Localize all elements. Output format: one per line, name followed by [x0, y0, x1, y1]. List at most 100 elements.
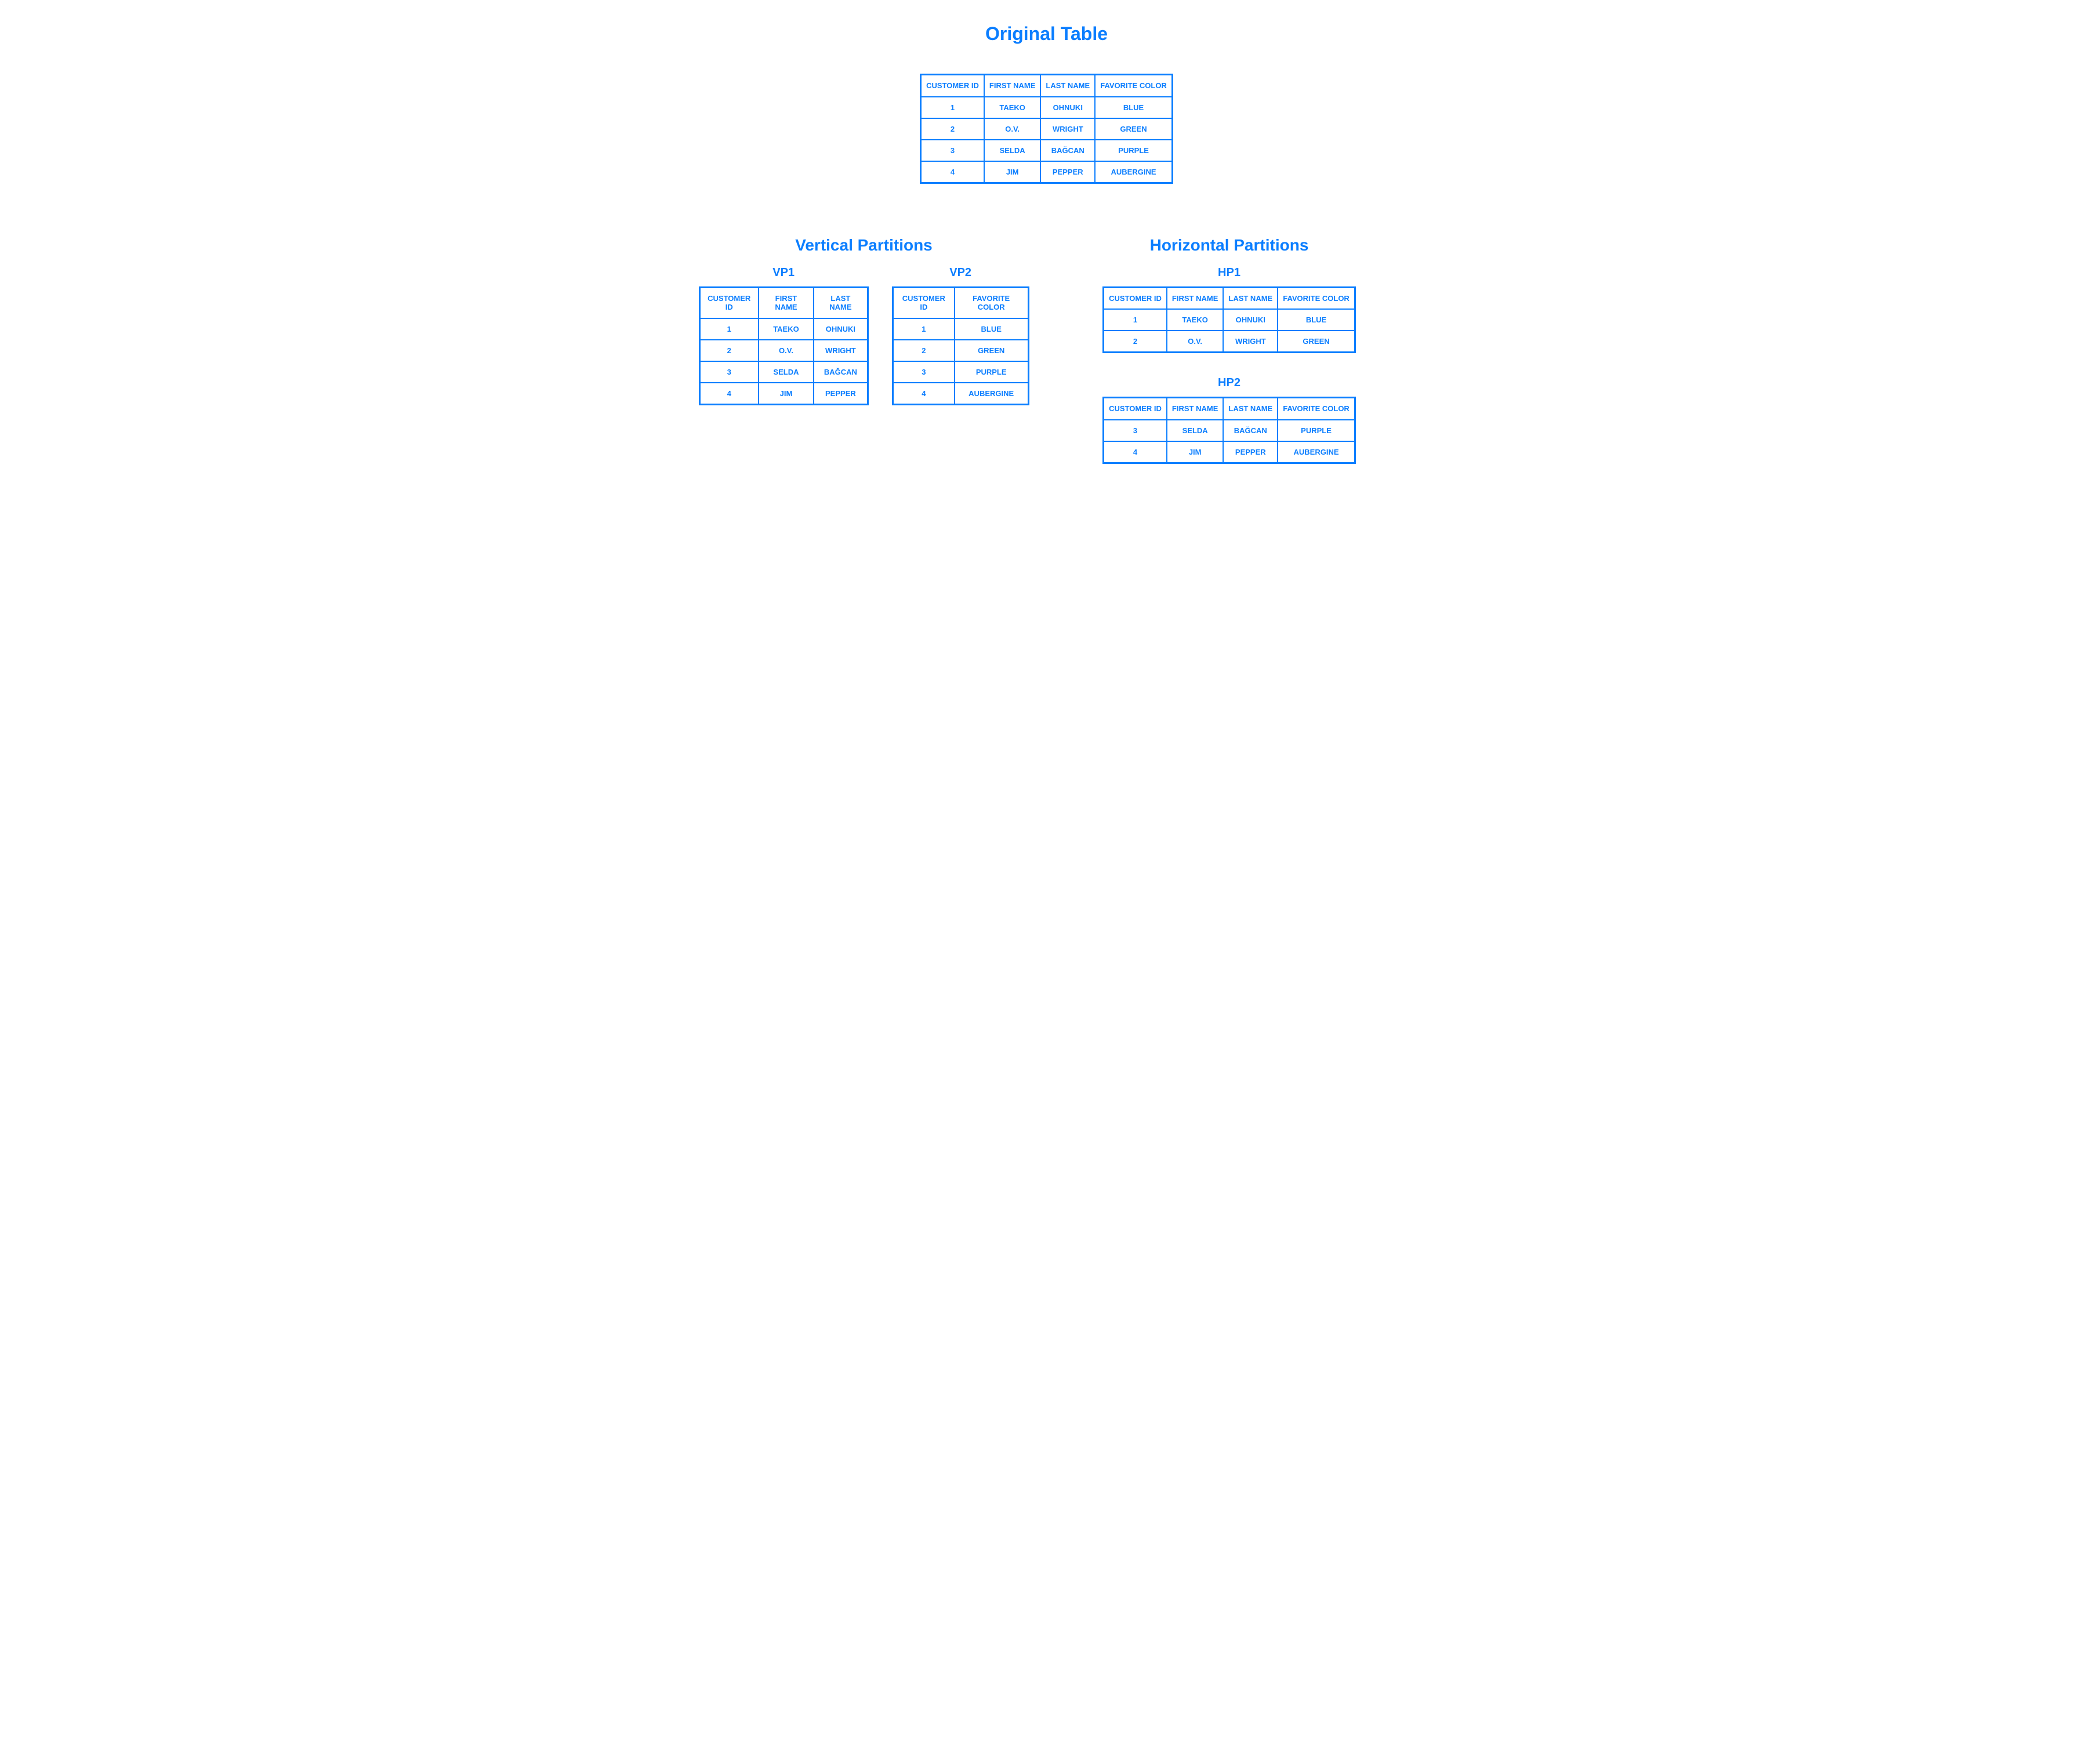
table-row: 1BLUE	[893, 318, 1028, 340]
cell-first: O.V.	[759, 340, 814, 361]
cell-first: SELDA	[759, 361, 814, 383]
table-row: 4JIMPEPPERAUBERGINE	[1104, 441, 1355, 463]
col-favorite-color: FAVORITE COLOR	[1278, 287, 1355, 309]
col-last-name: LAST NAME	[1223, 398, 1278, 420]
table-header-row: CUSTOMER ID FIRST NAME LAST NAME FAVORIT…	[921, 75, 1173, 97]
cell-last: WRIGHT	[814, 340, 868, 361]
hp1-table: CUSTOMER ID FIRST NAME LAST NAME FAVORIT…	[1102, 286, 1356, 354]
col-favorite-color: FAVORITE COLOR	[1278, 398, 1355, 420]
table-header-row: CUSTOMER ID FIRST NAME LAST NAME FAVORIT…	[1104, 287, 1355, 309]
cell-id: 1	[1104, 309, 1167, 331]
cell-id: 3	[921, 140, 984, 161]
cell-id: 2	[893, 340, 955, 361]
horizontal-partitions-col: Horizontal Partitions HP1 CUSTOMER ID FI…	[1064, 236, 1395, 464]
cell-color: AUBERGINE	[1278, 441, 1355, 463]
table-row: 3SELDABAĞCANPURPLE	[1104, 420, 1355, 441]
cell-id: 4	[1104, 441, 1167, 463]
vp2-table-body: 1BLUE2GREEN3PURPLE4AUBERGINE	[893, 318, 1028, 405]
cell-id: 3	[1104, 420, 1167, 441]
col-favorite-color: FAVORITE COLOR	[955, 287, 1028, 318]
col-favorite-color: FAVORITE COLOR	[1095, 75, 1172, 97]
cell-last: PEPPER	[1223, 441, 1278, 463]
cell-first: JIM	[759, 383, 814, 405]
horizontal-partitions-title: Horizontal Partitions	[1064, 236, 1395, 255]
hp2-title: HP2	[1102, 376, 1356, 390]
hp1-table-body: 1TAEKOOHNUKIBLUE2O.V.WRIGHTGREEN	[1104, 309, 1355, 353]
table-row: 2O.V.WRIGHTGREEN	[1104, 331, 1355, 353]
cell-id: 2	[699, 340, 759, 361]
table-header-row: CUSTOMER ID FIRST NAME LAST NAME	[699, 287, 868, 318]
cell-last: OHNUKI	[1040, 97, 1095, 118]
diagram-root: Original Table CUSTOMER ID FIRST NAME LA…	[699, 23, 1395, 464]
cell-last: BAĞCAN	[1040, 140, 1095, 161]
cell-first: JIM	[1167, 441, 1223, 463]
table-row: 1TAEKOOHNUKIBLUE	[921, 97, 1173, 118]
cell-last: OHNUKI	[814, 318, 868, 340]
cell-last: BAĞCAN	[814, 361, 868, 383]
table-header-row: CUSTOMER ID FAVORITE COLOR	[893, 287, 1028, 318]
col-customer-id: CUSTOMER ID	[1104, 398, 1167, 420]
col-first-name: FIRST NAME	[759, 287, 814, 318]
cell-color: BLUE	[955, 318, 1028, 340]
cell-id: 4	[893, 383, 955, 405]
table-row: 2O.V.WRIGHTGREEN	[921, 118, 1173, 140]
cell-color: AUBERGINE	[955, 383, 1028, 405]
table-row: 1TAEKOOHNUKIBLUE	[1104, 309, 1355, 331]
vp1-title: VP1	[699, 266, 869, 280]
hp2-block: HP2 CUSTOMER ID FIRST NAME LAST NAME FAV…	[1102, 376, 1356, 464]
cell-first: TAEKO	[984, 97, 1040, 118]
hp2-table: CUSTOMER ID FIRST NAME LAST NAME FAVORIT…	[1102, 397, 1356, 464]
hp2-table-body: 3SELDABAĞCANPURPLE4JIMPEPPERAUBERGINE	[1104, 420, 1355, 463]
table-row: 1TAEKOOHNUKI	[699, 318, 868, 340]
cell-last: PEPPER	[1040, 161, 1095, 183]
cell-id: 1	[921, 97, 984, 118]
table-row: 4AUBERGINE	[893, 383, 1028, 405]
cell-last: OHNUKI	[1223, 309, 1278, 331]
cell-id: 2	[1104, 331, 1167, 353]
vp1-table-body: 1TAEKOOHNUKI2O.V.WRIGHT3SELDABAĞCAN4JIMP…	[699, 318, 868, 405]
cell-color: AUBERGINE	[1095, 161, 1172, 183]
cell-last: BAĞCAN	[1223, 420, 1278, 441]
vp1-table: CUSTOMER ID FIRST NAME LAST NAME 1TAEKOO…	[699, 286, 869, 405]
table-row: 2GREEN	[893, 340, 1028, 361]
original-table-body: 1TAEKOOHNUKIBLUE2O.V.WRIGHTGREEN3SELDABA…	[921, 97, 1173, 183]
cell-id: 4	[699, 383, 759, 405]
vp2-block: VP2 CUSTOMER ID FAVORITE COLOR 1BLUE2GRE…	[892, 266, 1029, 405]
table-row: 3SELDABAĞCANPURPLE	[921, 140, 1173, 161]
col-first-name: FIRST NAME	[984, 75, 1040, 97]
vp2-title: VP2	[892, 266, 1029, 280]
vertical-partitions-title: Vertical Partitions	[699, 236, 1029, 255]
cell-id: 3	[893, 361, 955, 383]
hp1-block: HP1 CUSTOMER ID FIRST NAME LAST NAME FAV…	[1102, 266, 1356, 354]
col-first-name: FIRST NAME	[1167, 398, 1223, 420]
cell-last: PEPPER	[814, 383, 868, 405]
cell-id: 1	[893, 318, 955, 340]
cell-first: JIM	[984, 161, 1040, 183]
cell-id: 2	[921, 118, 984, 140]
cell-color: PURPLE	[955, 361, 1028, 383]
cell-color: GREEN	[1095, 118, 1172, 140]
cell-color: PURPLE	[1278, 420, 1355, 441]
cell-color: GREEN	[1278, 331, 1355, 353]
partitions-row: Vertical Partitions VP1 CUSTOMER ID FIRS…	[699, 236, 1395, 464]
cell-first: O.V.	[1167, 331, 1223, 353]
table-row: 4JIMPEPPER	[699, 383, 868, 405]
col-last-name: LAST NAME	[1040, 75, 1095, 97]
table-row: 2O.V.WRIGHT	[699, 340, 868, 361]
original-table-wrap: CUSTOMER ID FIRST NAME LAST NAME FAVORIT…	[699, 74, 1395, 184]
vertical-partitions-col: Vertical Partitions VP1 CUSTOMER ID FIRS…	[699, 236, 1029, 464]
cell-first: SELDA	[1167, 420, 1223, 441]
col-customer-id: CUSTOMER ID	[921, 75, 984, 97]
table-header-row: CUSTOMER ID FIRST NAME LAST NAME FAVORIT…	[1104, 398, 1355, 420]
col-last-name: LAST NAME	[1223, 287, 1278, 309]
cell-last: WRIGHT	[1040, 118, 1095, 140]
cell-color: BLUE	[1095, 97, 1172, 118]
table-row: 4JIMPEPPERAUBERGINE	[921, 161, 1173, 183]
cell-first: O.V.	[984, 118, 1040, 140]
cell-color: GREEN	[955, 340, 1028, 361]
original-table: CUSTOMER ID FIRST NAME LAST NAME FAVORIT…	[920, 74, 1173, 184]
col-last-name: LAST NAME	[814, 287, 868, 318]
table-row: 3PURPLE	[893, 361, 1028, 383]
col-first-name: FIRST NAME	[1167, 287, 1223, 309]
table-row: 3SELDABAĞCAN	[699, 361, 868, 383]
